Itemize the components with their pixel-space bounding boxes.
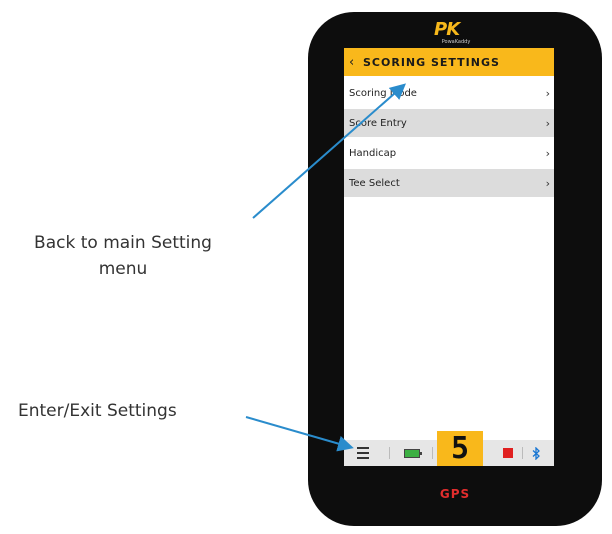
annotation-back-to-settings: Back to main Setting menu bbox=[8, 230, 238, 282]
menu-item-label: Score Entry bbox=[349, 117, 407, 129]
stop-icon[interactable] bbox=[501, 440, 515, 466]
chevron-right-icon: › bbox=[545, 116, 550, 130]
menu-item-tee-select[interactable]: Tee Select › bbox=[344, 169, 554, 199]
screen-header[interactable]: ‹ SCORING SETTINGS bbox=[344, 48, 554, 76]
device-screen: ‹ SCORING SETTINGS Scoring Mode › Score … bbox=[344, 48, 554, 466]
bar-divider bbox=[522, 447, 523, 459]
back-chevron-icon[interactable]: ‹ bbox=[349, 55, 361, 70]
chevron-right-icon: › bbox=[545, 176, 550, 190]
settings-menu-list: Scoring Mode › Score Entry › Handicap › … bbox=[344, 79, 554, 199]
menu-item-score-entry[interactable]: Score Entry › bbox=[344, 109, 554, 139]
powakaddy-logo: PK PowaKaddy bbox=[430, 19, 482, 47]
annotation-enter-exit: Enter/Exit Settings bbox=[18, 401, 177, 421]
annotation-back-line1: Back to main Setting bbox=[34, 233, 212, 253]
bluetooth-icon bbox=[529, 440, 543, 466]
bar-divider bbox=[432, 447, 433, 459]
logo-mark: PK bbox=[434, 19, 460, 40]
menu-item-handicap[interactable]: Handicap › bbox=[344, 139, 554, 169]
hole-number: 5 bbox=[450, 431, 470, 466]
bar-divider bbox=[389, 447, 390, 459]
menu-item-label: Scoring Mode bbox=[349, 87, 417, 99]
menu-item-label: Tee Select bbox=[349, 177, 400, 189]
menu-item-scoring-mode[interactable]: Scoring Mode › bbox=[344, 79, 554, 109]
annotation-back-line2: menu bbox=[98, 259, 148, 279]
bottom-status-bar: 5 bbox=[344, 431, 554, 466]
screen-title: SCORING SETTINGS bbox=[363, 55, 500, 69]
logo-subtitle: PowaKaddy bbox=[441, 39, 471, 45]
chevron-right-icon: › bbox=[545, 146, 550, 160]
gps-label: GPS bbox=[439, 487, 471, 501]
menu-icon[interactable] bbox=[354, 440, 372, 466]
menu-item-label: Handicap bbox=[349, 147, 397, 159]
golf-trolley-display: PK PowaKaddy ‹ SCORING SETTINGS Scoring … bbox=[308, 12, 602, 526]
battery-icon bbox=[402, 440, 422, 466]
hole-number-display: 5 bbox=[437, 431, 483, 466]
chevron-right-icon: › bbox=[545, 86, 550, 100]
